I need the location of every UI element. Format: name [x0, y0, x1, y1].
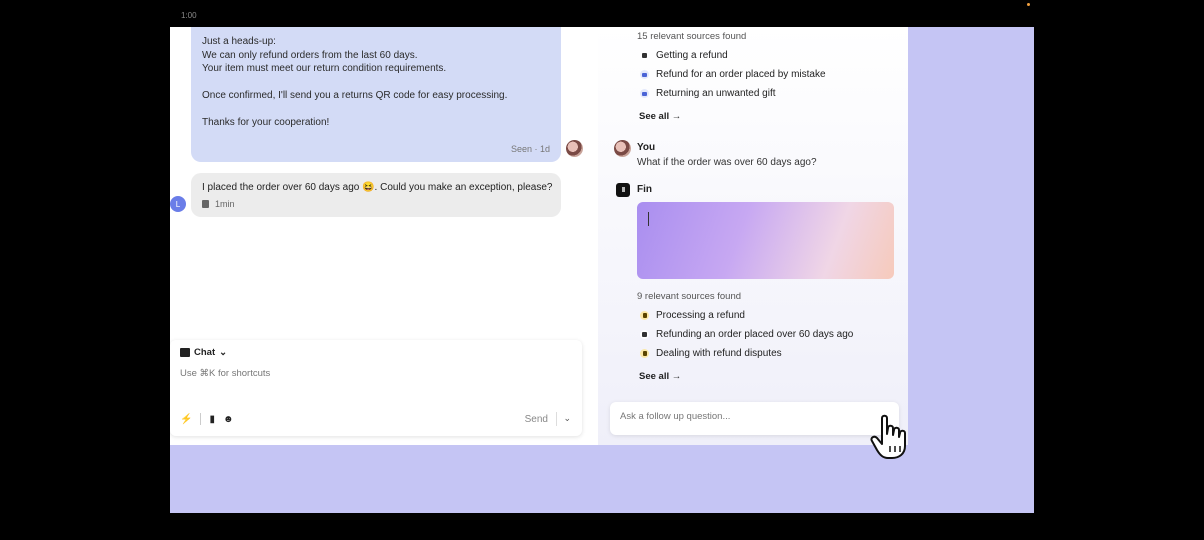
fin-logo-icon: III: [616, 183, 630, 197]
customer-message-meta: 1min: [202, 199, 235, 209]
see-all-link[interactable]: See all →: [639, 111, 681, 122]
composer-placeholder[interactable]: Use ⌘K for shortcuts: [180, 368, 270, 379]
question-author: You: [637, 142, 656, 153]
article-icon: [640, 330, 649, 339]
source-item[interactable]: Refund for an order placed by mistake: [640, 69, 826, 80]
agent-message-line: Your item must meet our return condition…: [202, 63, 447, 74]
lock-icon: [640, 349, 649, 358]
agent-message-line: Once confirmed, I'll send you a returns …: [202, 90, 508, 101]
send-divider: [556, 412, 557, 426]
agent-message-line: Just a heads-up:: [202, 36, 276, 47]
customer-message-time: 1min: [215, 199, 235, 209]
answer-author: Fin: [637, 184, 652, 195]
lock-icon: [640, 311, 649, 320]
chat-icon: [180, 348, 190, 357]
text-caret: [648, 212, 649, 226]
article-icon: [640, 51, 649, 60]
pointer-hand-icon: [870, 414, 906, 459]
source-label: Getting a refund: [656, 50, 728, 61]
article-icon[interactable]: ▮: [209, 414, 215, 425]
conversation-pane: Just a heads-up: We can only refund orde…: [170, 27, 598, 445]
chevron-down-icon: ⌄: [219, 347, 228, 358]
source-label: Dealing with refund disputes: [656, 348, 782, 359]
chat-mode-label: Chat: [194, 347, 216, 358]
video-timestamp: 1:00: [181, 11, 197, 20]
conversation-icon: [640, 89, 649, 98]
sources-count: 9 relevant sources found: [637, 291, 742, 302]
source-item[interactable]: Processing a refund: [640, 310, 745, 321]
source-item[interactable]: Refunding an order placed over 60 days a…: [640, 329, 853, 340]
teammate-avatar: [566, 140, 583, 157]
agent-message-line: Thanks for your cooperation!: [202, 117, 330, 128]
chat-mode-dropdown[interactable]: Chat ⌄: [180, 347, 227, 358]
agent-message: Just a heads-up: We can only refund orde…: [191, 27, 561, 162]
source-label: Returning an unwanted gift: [656, 88, 776, 99]
source-label: Processing a refund: [656, 310, 745, 321]
customer-message: I placed the order over 60 days ago 😆. C…: [191, 173, 561, 217]
recording-dot: [1027, 3, 1030, 6]
send-options-chevron-icon[interactable]: ⌄: [563, 413, 571, 424]
copilot-pane: 15 relevant sources found Getting a refu…: [598, 27, 908, 445]
user-avatar: [614, 140, 631, 157]
sources-count: 15 relevant sources found: [637, 31, 747, 42]
reply-composer[interactable]: Chat ⌄ Use ⌘K for shortcuts ⚡ ▮ ☻ Send ⌄: [170, 340, 582, 436]
seen-status: Seen · 1d: [510, 144, 550, 154]
screen: 1:00 Just a heads-up: We can only refund…: [0, 0, 1204, 540]
app-canvas: Just a heads-up: We can only refund orde…: [170, 27, 1034, 513]
source-label: Refunding an order placed over 60 days a…: [656, 329, 854, 340]
toolbar-divider: [200, 413, 202, 425]
question-text: What if the order was over 60 days ago?: [637, 157, 817, 168]
answer-loading-card: [637, 202, 894, 279]
source-item[interactable]: Dealing with refund disputes: [640, 348, 782, 359]
emoji-icon[interactable]: ☻: [223, 414, 234, 425]
source-item[interactable]: Getting a refund: [640, 50, 728, 61]
see-all-link[interactable]: See all →: [639, 371, 681, 382]
send-button[interactable]: Send: [525, 414, 548, 425]
source-item[interactable]: Returning an unwanted gift: [640, 88, 776, 99]
customer-avatar: L: [170, 196, 186, 212]
followup-box[interactable]: ↑: [610, 402, 899, 435]
followup-input[interactable]: [620, 411, 850, 422]
read-icon: [202, 200, 209, 208]
composer-toolbar: ⚡ ▮ ☻: [180, 413, 234, 425]
conversation-icon: [640, 70, 649, 79]
agent-message-line: We can only refund orders from the last …: [202, 49, 418, 61]
customer-message-text: I placed the order over 60 days ago 😆. C…: [202, 182, 553, 193]
lightning-icon[interactable]: ⚡: [180, 414, 192, 425]
source-label: Refund for an order placed by mistake: [656, 69, 826, 80]
